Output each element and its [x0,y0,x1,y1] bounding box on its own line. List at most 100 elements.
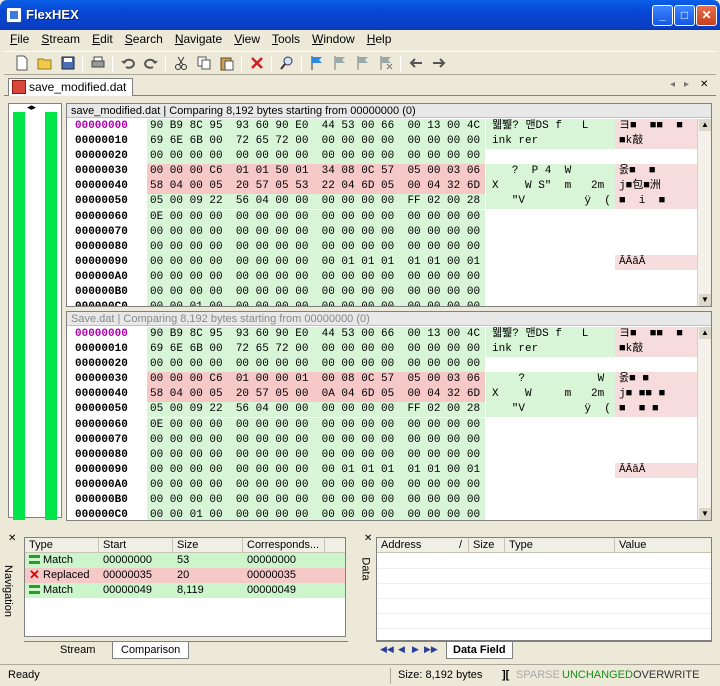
row-unicode[interactable]: 옰■ ■ [615,372,699,388]
hex-row[interactable]: 000000B0 00 00 00 00 00 00 00 00 00 00 00… [67,493,697,509]
hex-row[interactable]: 000000C000 00 01 00 00 00 00 00 00 00 00… [67,300,697,306]
tab-stream[interactable]: Stream [52,642,103,659]
paste-icon[interactable] [219,55,235,71]
menu-help[interactable]: Help [361,30,398,48]
hex-row[interactable]: 00000080 00 00 00 00 00 00 00 00 00 00 00… [67,239,697,255]
scroll-down-icon[interactable]: ▼ [699,508,711,520]
hex-row[interactable]: 00000040 58 04 00 05 20 57 05 53 22 04 6D… [67,179,699,195]
row-hex-bytes[interactable]: 05 00 09 22 56 04 00 00 00 00 00 00 FF 0… [147,194,485,210]
row-ascii[interactable]: "V ÿ ( [485,402,615,418]
close-button[interactable]: ✕ [696,5,717,26]
vertical-scrollbar[interactable]: ▲ ▼ [697,119,711,306]
row-ascii[interactable]: ? P 4 W [485,164,615,180]
row-hex-bytes[interactable]: 00 00 00 00 00 00 00 00 00 00 00 00 00 0… [147,493,485,509]
row-ascii[interactable]: X W S" m 2m [485,179,615,195]
row-hex-bytes[interactable]: 05 00 09 22 56 04 00 00 00 00 00 00 FF 0… [147,402,485,418]
hex-row[interactable]: 000000A0 00 00 00 00 00 00 00 00 00 00 00… [67,269,697,285]
tab-scroll-left-icon[interactable]: ◂ [670,79,675,90]
row-hex-bytes[interactable]: 00 00 01 00 00 00 00 00 00 00 00 00 00 0… [147,508,485,520]
menu-search[interactable]: Search [119,30,169,48]
menu-tools[interactable]: Tools [266,30,306,48]
row-hex-bytes[interactable]: 00 00 00 00 00 00 00 00 00 00 00 00 00 0… [147,477,485,493]
hex-row[interactable]: 00000090 00 00 00 00 00 00 00 00 00 01 01… [67,462,699,478]
row-unicode[interactable]: ĀĀāĀ [615,254,699,270]
column-start[interactable]: Start [99,538,173,553]
row-unicode[interactable]: ■ ■ ■ [615,402,699,418]
hex-row[interactable]: 00000050 05 00 09 22 56 04 00 00 00 00 00… [67,194,699,210]
scroll-down-icon[interactable]: ▼ [699,294,711,306]
next-bookmark-icon[interactable] [355,55,371,71]
row-hex-bytes[interactable]: 00 00 00 00 00 00 00 00 00 00 00 00 00 0… [147,447,485,463]
column-corresponds[interactable]: Corresponds... [243,538,325,553]
cut-icon[interactable] [173,55,189,71]
hex-row[interactable]: 00000010 69 6E 6B 00 72 65 72 00 00 00 00… [67,342,699,358]
row-unicode[interactable]: ■k敲 [615,342,699,358]
close-document-icon[interactable]: ✕ [700,79,708,90]
row-hex-bytes[interactable]: 00 00 00 00 00 00 00 00 00 00 00 00 00 0… [147,224,485,240]
row-hex-bytes[interactable]: 00 00 00 00 00 00 00 00 00 00 00 00 00 0… [147,357,485,373]
comparison-grid[interactable]: Type Start Size Corresponds... Match 0000… [24,537,346,637]
column-size[interactable]: Size [469,538,505,553]
prev-icon[interactable]: ◀ [398,644,405,655]
row-hex-bytes[interactable]: 00 00 00 00 00 00 00 00 00 01 01 01 01 0… [147,254,485,270]
menu-view[interactable]: View [228,30,266,48]
hex-row[interactable]: 00000050 05 00 09 22 56 04 00 00 00 00 00… [67,402,699,418]
scroll-up-icon[interactable]: ▲ [699,327,711,339]
hex-row[interactable]: 00000000 90 B9 8C 95 93 60 90 E0 44 53 00… [67,327,699,342]
comparison-row[interactable]: Match 00000000 53 00000000 [25,553,345,568]
hex-pane-modified[interactable]: save_modified.dat | Comparing 8,192 byte… [66,103,712,307]
row-unicode[interactable]: ■ i ■ [615,194,699,210]
hex-row[interactable]: 00000060 0E 00 00 00 00 00 00 00 00 00 00… [67,417,697,433]
row-unicode[interactable]: j■包■洲 [615,179,699,195]
data-field-grid[interactable]: Address / Size Type Value [376,537,712,641]
copy-icon[interactable] [196,55,212,71]
row-hex-bytes[interactable]: 00 00 00 00 00 00 00 00 00 00 00 00 00 0… [147,285,485,301]
row-ascii[interactable]: ink rer [485,134,615,150]
row-unicode[interactable]: ヨ■ ■■ ■ [615,119,699,134]
hex-row[interactable]: 00000090 00 00 00 00 00 00 00 00 00 01 01… [67,254,699,270]
menu-stream[interactable]: Stream [35,30,86,48]
hex-row[interactable]: 000000B0 00 00 00 00 00 00 00 00 00 00 00… [67,285,697,301]
column-type[interactable]: Type [25,538,99,553]
new-file-icon[interactable] [14,55,30,71]
menu-navigate[interactable]: Navigate [169,30,228,48]
comparison-row[interactable]: ✕ Replaced 00000035 20 00000035 [25,568,345,583]
column-size[interactable]: Size [173,538,243,553]
vertical-scrollbar[interactable]: ▲ ▼ [697,327,711,520]
row-unicode[interactable]: ĀĀāĀ [615,462,699,478]
row-unicode[interactable]: ヨ■ ■■ ■ [615,327,699,342]
row-hex-bytes[interactable]: 00 00 01 00 00 00 00 00 00 00 00 00 00 0… [147,300,485,306]
row-unicode[interactable]: j■ ■■ ■ [615,387,699,403]
bookmark-flag-icon[interactable] [309,55,325,71]
column-type[interactable]: Type [505,538,615,553]
document-tab[interactable]: save_modified.dat [8,78,134,96]
undo-icon[interactable] [120,55,136,71]
hex-row[interactable]: 00000030 00 00 00 C6 01 00 00 01 00 08 0C… [67,372,699,388]
row-ascii[interactable]: ? W [485,372,615,388]
row-ascii[interactable]: 뭷쀑? 맨DS f L [485,119,615,134]
row-ascii[interactable]: X W m 2m [485,387,615,403]
hex-row[interactable]: 00000060 0E 00 00 00 00 00 00 00 00 00 00… [67,209,697,225]
row-hex-bytes[interactable]: 90 B9 8C 95 93 60 90 E0 44 53 00 66 00 1… [147,327,485,342]
hex-row[interactable]: 00000020 00 00 00 00 00 00 00 00 00 00 00… [67,357,697,373]
minimize-button[interactable]: _ [652,5,673,26]
maximize-button[interactable]: □ [674,5,695,26]
menu-file[interactable]: File [4,30,35,48]
menu-edit[interactable]: Edit [86,30,119,48]
row-hex-bytes[interactable]: 90 B9 8C 95 93 60 90 E0 44 53 00 66 00 1… [147,119,485,134]
hex-row[interactable]: 00000070 00 00 00 00 00 00 00 00 00 00 00… [67,224,697,240]
row-hex-bytes[interactable]: 0E 00 00 00 00 00 00 00 00 00 00 00 00 0… [147,209,485,225]
print-icon[interactable] [90,55,106,71]
row-unicode[interactable]: 옰■ ■ [615,164,699,180]
row-ascii[interactable]: ink rer [485,342,615,358]
row-hex-bytes[interactable]: 00 00 00 C6 01 01 50 01 34 08 0C 57 05 0… [147,164,485,180]
clear-bookmarks-icon[interactable] [378,55,394,71]
forward-arrow-icon[interactable] [431,55,447,71]
save-icon[interactable] [60,55,76,71]
delete-icon[interactable] [249,55,265,71]
row-ascii[interactable]: "V ÿ ( [485,194,615,210]
back-arrow-icon[interactable] [408,55,424,71]
last-icon[interactable]: ▶▶ [424,644,438,655]
column-address[interactable]: Address / [377,538,469,553]
row-hex-bytes[interactable]: 69 6E 6B 00 72 65 72 00 00 00 00 00 00 0… [147,342,485,358]
